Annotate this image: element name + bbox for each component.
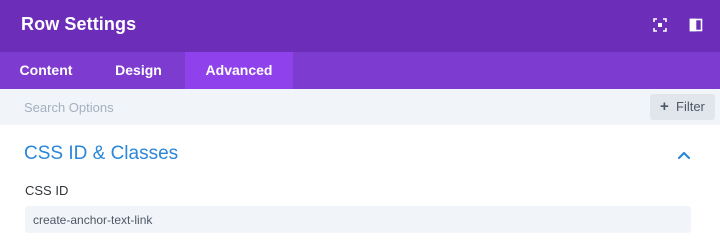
expand-icon[interactable] <box>653 18 667 32</box>
filter-button-label: Filter <box>676 99 705 114</box>
css-id-input[interactable] <box>25 206 691 233</box>
modal-title: Row Settings <box>21 14 137 34</box>
search-bar <box>0 89 720 125</box>
modal-header: Row Settings <box>0 0 720 52</box>
chevron-up-icon[interactable] <box>676 149 692 161</box>
filter-button[interactable]: + Filter <box>650 94 715 120</box>
settings-tabs: Content Design Advanced <box>0 52 720 89</box>
sidebar-toggle-icon[interactable] <box>689 18 703 32</box>
tab-content[interactable]: Content <box>0 52 92 89</box>
css-id-label: CSS ID <box>25 183 69 198</box>
tab-advanced[interactable]: Advanced <box>185 52 293 89</box>
search-options-input[interactable] <box>12 93 632 121</box>
tab-design[interactable]: Design <box>92 52 185 89</box>
plus-icon: + <box>660 98 669 115</box>
section-title-css-id-classes[interactable]: CSS ID & Classes <box>24 143 178 165</box>
